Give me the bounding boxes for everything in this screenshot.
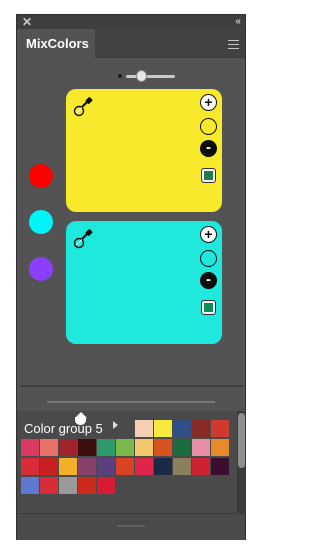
color-swatch[interactable]	[97, 439, 115, 456]
color-swatch[interactable]	[21, 477, 39, 494]
color-swatch[interactable]	[116, 439, 134, 456]
source-swatch-purple[interactable]	[29, 257, 53, 281]
color-swatch[interactable]	[40, 458, 58, 475]
hamburger-menu-icon[interactable]	[228, 40, 239, 49]
expand-arrow-icon[interactable]	[113, 421, 118, 429]
mix-result-swatch[interactable]	[201, 168, 216, 183]
color-swatch[interactable]	[135, 439, 153, 456]
eyedropper-icon[interactable]	[73, 95, 95, 117]
mixcolors-panel: ✕ ‹‹ MixColors + - + - Color group 5	[16, 14, 246, 540]
color-swatch[interactable]	[40, 439, 58, 456]
color-swatch[interactable]	[97, 477, 115, 494]
color-swatch[interactable]	[78, 458, 96, 475]
tab-mixcolors[interactable]: MixColors	[17, 29, 95, 58]
panel-topbar: ✕ ‹‹	[17, 15, 245, 29]
color-swatch[interactable]	[173, 439, 191, 456]
color-swatch[interactable]	[154, 458, 172, 475]
zoom-slider-thumb[interactable]	[135, 70, 147, 82]
zoom-min-icon	[118, 74, 122, 78]
mix-box-yellow[interactable]: + -	[66, 89, 222, 212]
remove-color-button[interactable]: -	[200, 140, 217, 157]
color-swatch[interactable]	[21, 458, 39, 475]
color-group-label[interactable]: Color group 5	[24, 421, 103, 436]
color-swatch[interactable]	[135, 420, 153, 437]
color-swatch[interactable]	[173, 420, 191, 437]
color-swatch[interactable]	[154, 420, 172, 437]
ratio-slider-track[interactable]	[47, 401, 215, 403]
eyedropper-icon[interactable]	[73, 227, 95, 249]
scrollbar-thumb[interactable]	[238, 413, 245, 468]
mix-result-swatch[interactable]	[201, 300, 216, 315]
color-swatch[interactable]	[59, 458, 77, 475]
color-swatch[interactable]	[211, 439, 229, 456]
close-icon[interactable]: ✕	[22, 15, 32, 29]
color-swatch[interactable]	[59, 477, 77, 494]
zoom-slider-track[interactable]	[126, 75, 175, 78]
color-swatch[interactable]	[59, 439, 77, 456]
color-swatch[interactable]	[40, 477, 58, 494]
mix-box-cyan[interactable]: + -	[66, 221, 222, 344]
add-color-button[interactable]: +	[200, 226, 217, 243]
color-swatch[interactable]	[116, 458, 134, 475]
color-swatch[interactable]	[78, 439, 96, 456]
remove-color-button[interactable]: -	[200, 272, 217, 289]
color-swatch[interactable]	[192, 458, 210, 475]
color-swatch[interactable]	[192, 439, 210, 456]
color-swatch[interactable]	[78, 477, 96, 494]
collapse-icon[interactable]: ‹‹	[235, 15, 241, 29]
color-swatch[interactable]	[211, 420, 229, 437]
color-swatch[interactable]	[192, 420, 210, 437]
add-color-button[interactable]: +	[200, 94, 217, 111]
color-swatch[interactable]	[97, 458, 115, 475]
color-swatch[interactable]	[135, 458, 153, 475]
color-swatch[interactable]	[21, 439, 39, 456]
resize-grip[interactable]	[117, 525, 145, 527]
color-swatch[interactable]	[173, 458, 191, 475]
color-swatch[interactable]	[154, 439, 172, 456]
section-divider	[21, 385, 243, 387]
current-mix-indicator	[200, 118, 217, 135]
color-swatch[interactable]	[211, 458, 229, 475]
source-swatch-red[interactable]	[29, 164, 53, 188]
source-swatch-cyan[interactable]	[29, 210, 53, 234]
tab-bar: MixColors	[17, 29, 245, 58]
current-mix-indicator	[200, 250, 217, 267]
